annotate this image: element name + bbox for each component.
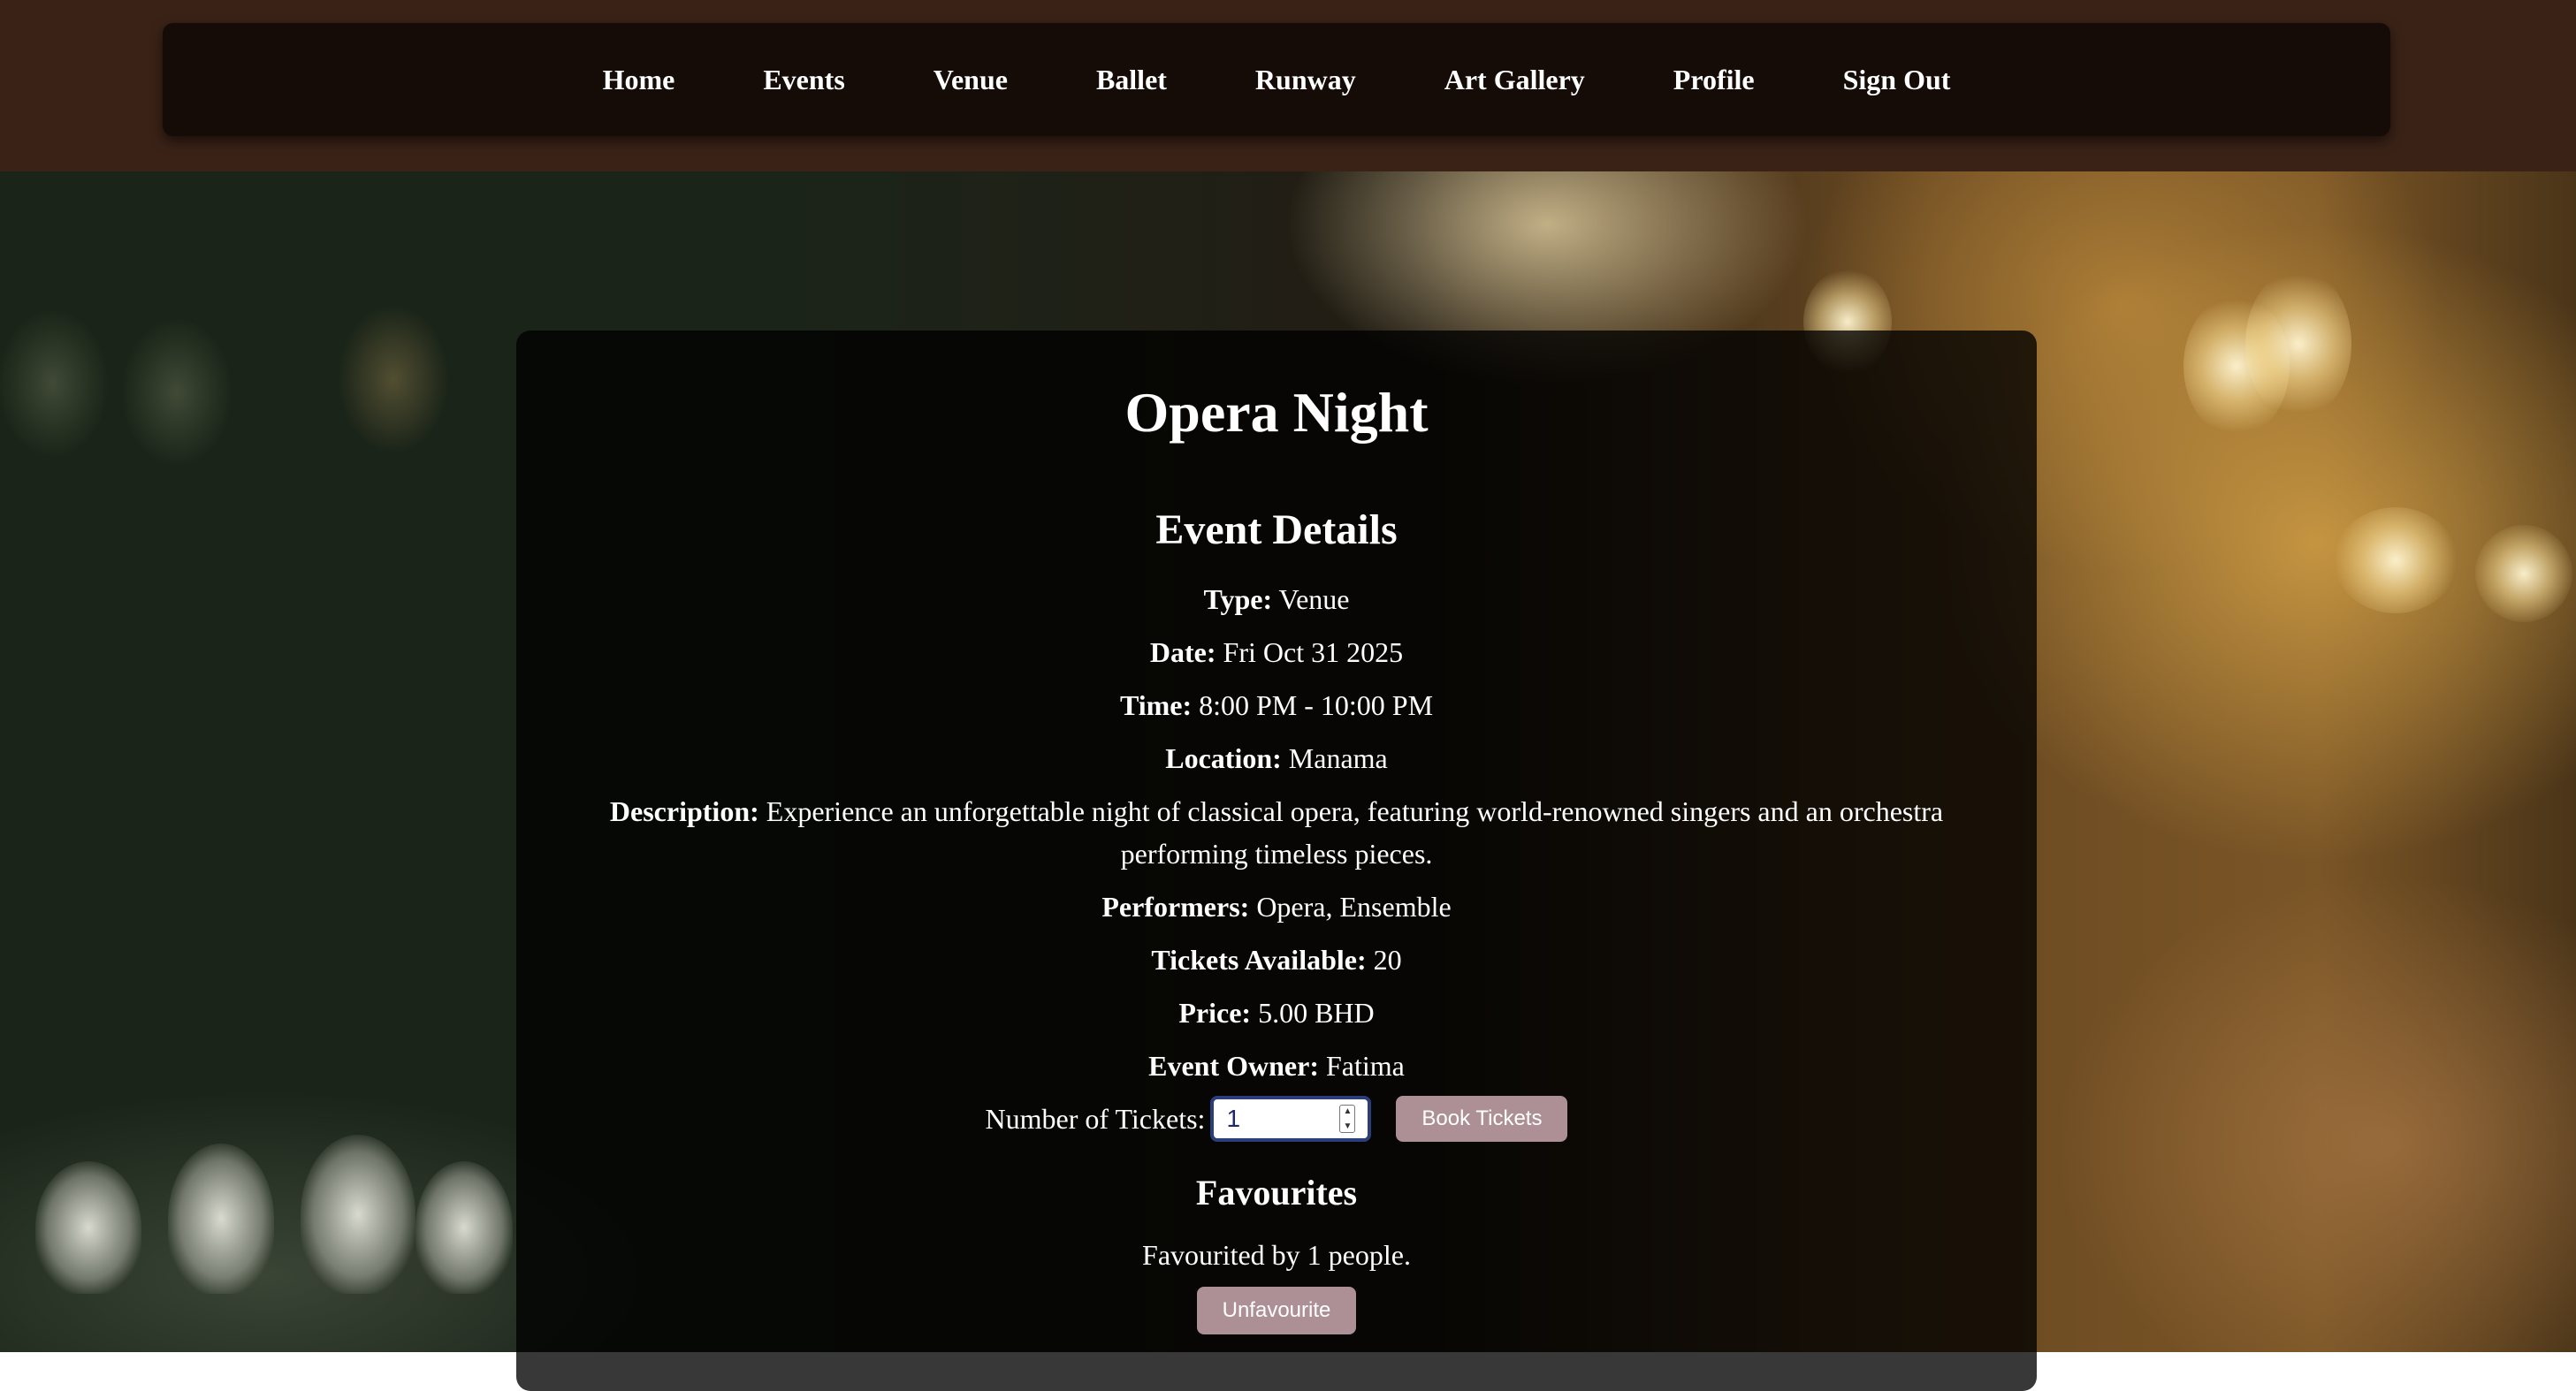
detail-description: Description: Experience an unforgettable… bbox=[605, 790, 1948, 875]
book-tickets-button[interactable]: Book Tickets bbox=[1396, 1096, 1568, 1142]
booking-form: Number of Tickets: 1 ▲ ▼ Book Tickets bbox=[516, 1096, 2037, 1142]
detail-time: Time: 8:00 PM - 10:00 PM bbox=[605, 684, 1948, 726]
spinner-down-icon[interactable]: ▼ bbox=[1343, 1121, 1352, 1132]
detail-location-value: Manama bbox=[1288, 742, 1388, 774]
detail-description-label: Description: bbox=[609, 795, 759, 827]
detail-tickets-available-label: Tickets Available: bbox=[1151, 944, 1367, 976]
chandelier-light bbox=[2334, 507, 2458, 613]
detail-owner-label: Event Owner: bbox=[1148, 1050, 1319, 1082]
detail-type: Type: Venue bbox=[605, 578, 1948, 620]
detail-description-value: Experience an unforgettable night of cla… bbox=[766, 795, 1944, 870]
favourites-heading: Favourites bbox=[1195, 1173, 1358, 1212]
detail-time-value: 8:00 PM - 10:00 PM bbox=[1199, 689, 1434, 721]
ticket-quantity-value: 1 bbox=[1226, 1105, 1241, 1132]
ticket-count-label: Number of Tickets: bbox=[985, 1102, 1206, 1135]
detail-price: Price: 5.00 BHD bbox=[605, 992, 1948, 1034]
dancer-figure bbox=[35, 1161, 141, 1294]
nav-ballet[interactable]: Ballet bbox=[1096, 64, 1167, 96]
top-bar: Home Events Venue Ballet Runway Art Gall… bbox=[0, 0, 2576, 171]
dancer-figure bbox=[301, 1135, 415, 1294]
detail-price-value: 5.00 BHD bbox=[1258, 997, 1375, 1029]
dancer-figure bbox=[415, 1161, 513, 1294]
detail-price-label: Price: bbox=[1178, 997, 1252, 1029]
unfavourite-button[interactable]: Unfavourite bbox=[1197, 1287, 1356, 1334]
event-details: Type: Venue Date: Fri Oct 31 2025 Time: … bbox=[605, 578, 1948, 1098]
detail-owner: Event Owner: Fatima bbox=[605, 1045, 1948, 1087]
detail-time-label: Time: bbox=[1119, 689, 1193, 721]
quantity-spinner-icon[interactable]: ▲ ▼ bbox=[1339, 1105, 1356, 1133]
event-title: Opera Night bbox=[1124, 381, 1429, 444]
detail-date-value: Fri Oct 31 2025 bbox=[1223, 636, 1404, 668]
event-details-heading: Event Details bbox=[1155, 506, 1398, 553]
detail-location-label: Location: bbox=[1165, 742, 1282, 774]
nav-venue[interactable]: Venue bbox=[934, 64, 1008, 96]
detail-type-label: Type: bbox=[1203, 583, 1273, 615]
detail-tickets-available: Tickets Available: 20 bbox=[605, 939, 1948, 981]
chandelier-light bbox=[2475, 525, 2572, 622]
nav-sign-out[interactable]: Sign Out bbox=[1843, 64, 1951, 96]
detail-date-label: Date: bbox=[1149, 636, 1216, 668]
detail-performers-label: Performers: bbox=[1101, 891, 1250, 923]
nav-art-gallery[interactable]: Art Gallery bbox=[1444, 64, 1585, 96]
dancer-figure bbox=[168, 1144, 274, 1294]
main-navbar: Home Events Venue Ballet Runway Art Gall… bbox=[163, 23, 2390, 136]
nav-runway[interactable]: Runway bbox=[1255, 64, 1356, 96]
nav-home[interactable]: Home bbox=[603, 64, 675, 96]
ticket-quantity-input[interactable]: 1 ▲ ▼ bbox=[1210, 1096, 1372, 1142]
detail-location: Location: Manama bbox=[605, 737, 1948, 779]
detail-owner-value: Fatima bbox=[1325, 1050, 1405, 1082]
event-card: Opera Night Event Details Type: Venue Da… bbox=[516, 331, 2037, 1391]
favourites-count-text: Favourited by 1 people. bbox=[1142, 1239, 1411, 1271]
chandelier-light bbox=[2245, 269, 2351, 419]
detail-date: Date: Fri Oct 31 2025 bbox=[605, 631, 1948, 673]
detail-performers-value: Opera, Ensemble bbox=[1256, 891, 1452, 923]
nav-profile[interactable]: Profile bbox=[1673, 64, 1755, 96]
nav-events[interactable]: Events bbox=[763, 64, 844, 96]
detail-performers: Performers: Opera, Ensemble bbox=[605, 886, 1948, 928]
detail-tickets-available-value: 20 bbox=[1373, 944, 1402, 976]
detail-type-value: Venue bbox=[1278, 583, 1350, 615]
spinner-up-icon[interactable]: ▲ bbox=[1343, 1106, 1352, 1117]
